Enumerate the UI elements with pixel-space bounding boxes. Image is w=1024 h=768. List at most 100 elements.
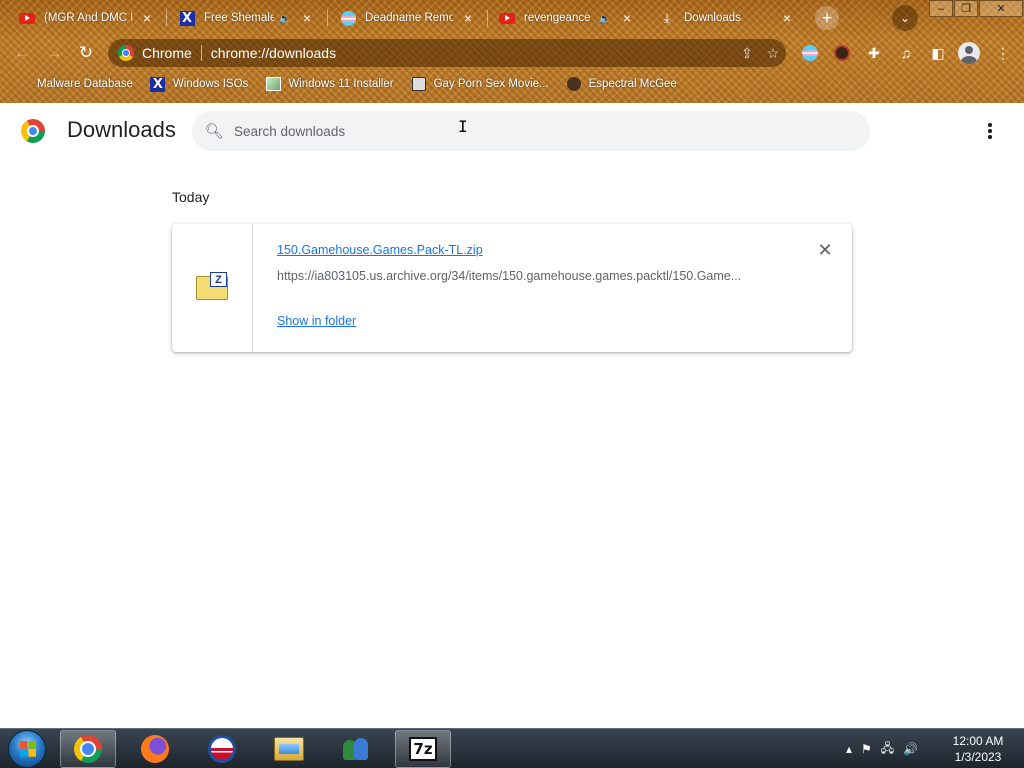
search-box[interactable]: 🔍︎ [192, 111, 870, 151]
address-separator [200, 45, 202, 61]
bookmark-4[interactable]: Gay Porn Sex Movie... [411, 76, 549, 92]
taskbar-messenger[interactable] [328, 730, 384, 768]
youtube-icon [498, 11, 516, 25]
package-icon [411, 76, 427, 92]
chevron-down-icon: ⌄ [899, 11, 911, 25]
tab-title: (MGR And DMC M [44, 12, 132, 24]
tab-5-active[interactable]: ⤓ Downloads × [650, 4, 802, 32]
star-icon[interactable]: ☆ [760, 45, 786, 62]
tab-4[interactable]: revengeance 🔈 × [490, 4, 642, 32]
clock-time: 12:00 AM [952, 734, 1004, 748]
section-date: Today [172, 189, 210, 205]
speaker-icon[interactable]: 🔈 [598, 12, 612, 25]
image-icon [265, 76, 281, 92]
address-origin: Chrome [142, 45, 192, 61]
bookmark-label: Espectral McGee [588, 78, 677, 90]
tab-close-icon[interactable]: × [300, 10, 314, 26]
file-source-url: https://ia803105.us.archive.org/34/items… [277, 269, 742, 283]
system-tray: ▴ ⚑ 🖧 🔊 [846, 729, 927, 768]
tab-title: Deadname Remove [365, 12, 453, 24]
more-actions-icon[interactable] [978, 119, 1002, 143]
avatar-icon [566, 76, 582, 92]
bookmark-windows-isos[interactable]: X Windows ISOs [150, 76, 248, 92]
show-hidden-icons-icon[interactable]: ▴ [846, 742, 852, 756]
bookmark-label: Gay Porn Sex Movie... [433, 78, 549, 90]
extensions-puzzle-icon[interactable]: ✚ [863, 42, 885, 64]
volume-icon[interactable]: 🔊 [903, 742, 918, 756]
new-tab-button[interactable]: + [815, 6, 839, 30]
tab-close-icon[interactable]: × [620, 10, 634, 26]
side-panel-icon[interactable]: ◧ [927, 42, 949, 64]
x-icon: X [150, 76, 166, 92]
search-input[interactable] [234, 123, 794, 139]
action-center-flag-icon[interactable]: ⚑ [861, 742, 872, 756]
arrow-right-icon: → [45, 43, 63, 62]
speaker-icon[interactable]: 🔈 [278, 12, 292, 25]
messenger-icon [341, 736, 371, 762]
taskbar-file-explorer[interactable] [261, 730, 317, 768]
trans-flag-icon [339, 10, 357, 26]
tab-close-icon[interactable]: × [780, 10, 794, 26]
youtube-icon [18, 11, 36, 25]
address-bar[interactable]: Chrome chrome://downloads ⇪ ☆ [108, 39, 786, 67]
x-icon: X [178, 10, 196, 26]
menu-kebab-icon[interactable]: ⋮ [992, 42, 1014, 64]
download-icon: ⤓ [664, 10, 670, 25]
chrome-logo-icon [21, 119, 45, 143]
network-icon[interactable]: 🖧 [881, 739, 894, 760]
search-icon: 🔍︎ [204, 123, 224, 140]
taskbar: 7z ▴ ⚑ 🖧 🔊 12:00 AM 1/3/2023 [0, 728, 1024, 768]
bookmark-malware-database[interactable]: Malware Database [14, 76, 133, 92]
file-name-link[interactable]: 150.Gamehouse.Games.Pack-TL.zip [277, 243, 483, 257]
7zip-icon: 7z [409, 737, 437, 761]
tab-separator [487, 10, 488, 26]
taskbar-obama-campaign[interactable] [194, 730, 250, 768]
restore-button[interactable]: ❐ [954, 0, 978, 17]
taskbar-firefox[interactable] [127, 730, 183, 768]
chrome-icon [118, 45, 134, 61]
back-button[interactable]: ← [10, 41, 34, 65]
tab-strip: (MGR And DMC M × X Free Shemale 🔈 × Dead… [0, 0, 1024, 36]
profile-avatar-icon[interactable] [958, 42, 980, 64]
tab-title: Free Shemale [204, 12, 275, 24]
tab-close-icon[interactable]: × [140, 10, 154, 26]
7zip-archive-icon: Z [196, 272, 228, 300]
start-button[interactable] [8, 730, 46, 768]
reload-button[interactable]: ↻ [74, 41, 98, 65]
firefox-icon [141, 735, 169, 763]
reload-icon: ↻ [78, 43, 94, 62]
obama-logo-icon [208, 735, 236, 763]
taskbar-chrome[interactable] [60, 730, 116, 768]
forward-button[interactable]: → [42, 41, 66, 65]
text-cursor-icon: I [458, 117, 468, 136]
bookmarks-bar: Malware Database X Windows ISOs Windows … [0, 72, 1024, 96]
minimize-button[interactable]: – [929, 0, 953, 17]
address-url[interactable]: chrome://downloads [211, 45, 734, 61]
blank-icon [14, 76, 30, 92]
extension-trans-flag-icon[interactable] [799, 42, 821, 64]
media-controls-icon[interactable]: ♫ [895, 42, 917, 64]
tab-close-icon[interactable]: × [461, 10, 475, 26]
browser-frame: (MGR And DMC M × X Free Shemale 🔈 × Dead… [0, 0, 1024, 103]
tab-2[interactable]: X Free Shemale 🔈 × [170, 4, 322, 32]
bookmark-label: Windows 11 Installer [288, 78, 394, 90]
bookmark-espectral-mcgee[interactable]: Espectral McGee [566, 76, 677, 92]
show-in-folder-link[interactable]: Show in folder [277, 314, 356, 328]
clock-date: 1/3/2023 [954, 750, 1002, 764]
taskbar-7zip[interactable]: 7z [395, 730, 451, 768]
extension-avatar-icon[interactable] [831, 42, 853, 64]
tab-title: Downloads [684, 12, 741, 24]
file-icon-column: Z [172, 224, 253, 352]
tab-separator [166, 10, 167, 26]
bookmark-windows-11-installer[interactable]: Windows 11 Installer [265, 76, 394, 92]
tab-search-button[interactable]: ⌄ [892, 5, 918, 31]
close-button[interactable]: ✕ [979, 0, 1023, 17]
remove-download-close-icon[interactable]: ✕ [815, 240, 835, 260]
tab-1[interactable]: (MGR And DMC M × [10, 4, 162, 32]
share-icon[interactable]: ⇪ [734, 45, 760, 62]
downloads-header: Downloads 🔍︎ [0, 103, 1024, 159]
bookmark-label: Windows ISOs [172, 78, 249, 90]
tab-3[interactable]: Deadname Remove × [331, 4, 483, 32]
tab-separator [327, 10, 328, 26]
clock[interactable]: 12:00 AM 1/3/2023 [940, 733, 1016, 765]
